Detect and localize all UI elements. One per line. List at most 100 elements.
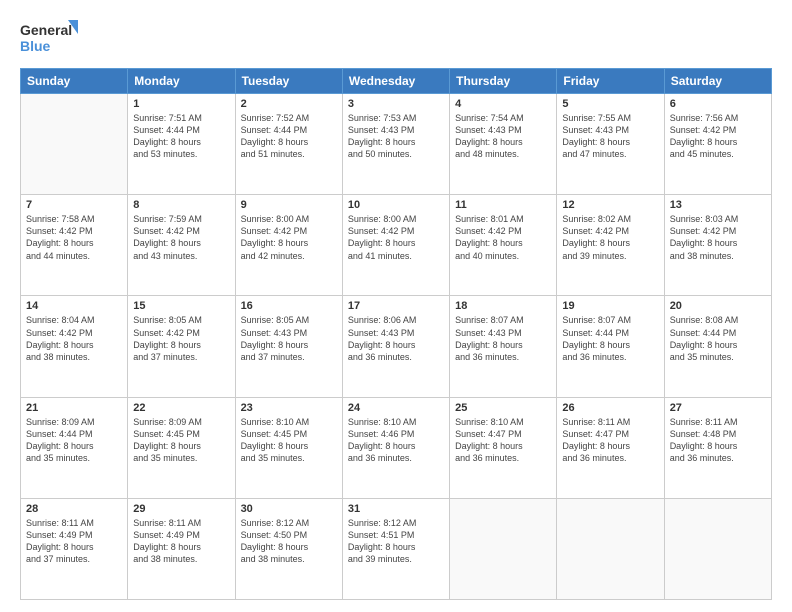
day-number: 12 bbox=[562, 199, 658, 211]
day-number: 17 bbox=[348, 300, 444, 312]
day-cell bbox=[557, 498, 664, 599]
day-cell: 3 Sunrise: 7:53 AM Sunset: 4:43 PM Daylig… bbox=[342, 94, 449, 195]
day-cell: 1 Sunrise: 7:51 AM Sunset: 4:44 PM Daylig… bbox=[128, 94, 235, 195]
day-detail: Sunrise: 8:12 AM Sunset: 4:50 PM Dayligh… bbox=[241, 517, 337, 566]
day-cell: 12Sunrise: 8:02 AM Sunset: 4:42 PM Dayli… bbox=[557, 195, 664, 296]
day-number: 11 bbox=[455, 199, 551, 211]
day-detail: Sunrise: 7:58 AM Sunset: 4:42 PM Dayligh… bbox=[26, 213, 122, 262]
calendar-table: SundayMondayTuesdayWednesdayThursdayFrid… bbox=[20, 68, 772, 600]
day-detail: Sunrise: 8:07 AM Sunset: 4:43 PM Dayligh… bbox=[455, 314, 551, 363]
day-number: 7 bbox=[26, 199, 122, 211]
day-detail: Sunrise: 8:05 AM Sunset: 4:42 PM Dayligh… bbox=[133, 314, 229, 363]
day-number: 10 bbox=[348, 199, 444, 211]
day-number: 19 bbox=[562, 300, 658, 312]
day-number: 30 bbox=[241, 503, 337, 515]
day-cell: 22Sunrise: 8:09 AM Sunset: 4:45 PM Dayli… bbox=[128, 397, 235, 498]
day-detail: Sunrise: 8:11 AM Sunset: 4:48 PM Dayligh… bbox=[670, 416, 766, 465]
day-cell: 14 Sunrise: 8:04 AM Sunset: 4:42 PM Dayli… bbox=[21, 296, 128, 397]
day-number: 26 bbox=[562, 402, 658, 414]
day-cell: 15 Sunrise: 8:05 AM Sunset: 4:42 PM Dayli… bbox=[128, 296, 235, 397]
day-cell: 9 Sunrise: 8:00 AM Sunset: 4:42 PM Daylig… bbox=[235, 195, 342, 296]
day-number: 18 bbox=[455, 300, 551, 312]
day-number: 15 bbox=[133, 300, 229, 312]
day-number: 8 bbox=[133, 199, 229, 211]
day-cell: 18 Sunrise: 8:07 AM Sunset: 4:43 PM Dayli… bbox=[450, 296, 557, 397]
day-detail: Sunrise: 8:10 AM Sunset: 4:47 PM Dayligh… bbox=[455, 416, 551, 465]
week-row-4: 21 Sunrise: 8:09 AM Sunset: 4:44 PM Dayli… bbox=[21, 397, 772, 498]
day-detail: Sunrise: 8:07 AM Sunset: 4:44 PM Dayligh… bbox=[562, 314, 658, 363]
calendar-page: GeneralBlue SundayMondayTuesdayWednesday… bbox=[0, 0, 792, 612]
day-detail: Sunrise: 8:10 AM Sunset: 4:45 PM Dayligh… bbox=[241, 416, 337, 465]
day-cell: 17 Sunrise: 8:06 AM Sunset: 4:43 PM Dayli… bbox=[342, 296, 449, 397]
svg-text:General: General bbox=[20, 22, 72, 38]
day-cell: 5 Sunrise: 7:55 AM Sunset: 4:43 PM Daylig… bbox=[557, 94, 664, 195]
day-number: 27 bbox=[670, 402, 766, 414]
day-detail: Sunrise: 8:03 AM Sunset: 4:42 PM Dayligh… bbox=[670, 213, 766, 262]
day-cell: 13 Sunrise: 8:03 AM Sunset: 4:42 PM Dayli… bbox=[664, 195, 771, 296]
day-number: 6 bbox=[670, 98, 766, 110]
day-detail: Sunrise: 8:00 AM Sunset: 4:42 PM Dayligh… bbox=[241, 213, 337, 262]
weekday-thursday: Thursday bbox=[450, 69, 557, 94]
weekday-friday: Friday bbox=[557, 69, 664, 94]
day-cell bbox=[21, 94, 128, 195]
day-cell: 20Sunrise: 8:08 AM Sunset: 4:44 PM Dayli… bbox=[664, 296, 771, 397]
day-cell: 29Sunrise: 8:11 AM Sunset: 4:49 PM Dayli… bbox=[128, 498, 235, 599]
day-number: 16 bbox=[241, 300, 337, 312]
logo-icon: GeneralBlue bbox=[20, 18, 80, 58]
day-cell: 6 Sunrise: 7:56 AM Sunset: 4:42 PM Daylig… bbox=[664, 94, 771, 195]
weekday-monday: Monday bbox=[128, 69, 235, 94]
day-cell: 28 Sunrise: 8:11 AM Sunset: 4:49 PM Dayli… bbox=[21, 498, 128, 599]
day-number: 4 bbox=[455, 98, 551, 110]
day-cell: 26 Sunrise: 8:11 AM Sunset: 4:47 PM Dayli… bbox=[557, 397, 664, 498]
day-cell: 4 Sunrise: 7:54 AM Sunset: 4:43 PM Daylig… bbox=[450, 94, 557, 195]
day-number: 28 bbox=[26, 503, 122, 515]
day-number: 3 bbox=[348, 98, 444, 110]
day-number: 2 bbox=[241, 98, 337, 110]
day-number: 13 bbox=[670, 199, 766, 211]
day-detail: Sunrise: 7:53 AM Sunset: 4:43 PM Dayligh… bbox=[348, 112, 444, 161]
day-detail: Sunrise: 7:55 AM Sunset: 4:43 PM Dayligh… bbox=[562, 112, 658, 161]
day-detail: Sunrise: 8:11 AM Sunset: 4:49 PM Dayligh… bbox=[133, 517, 229, 566]
day-number: 9 bbox=[241, 199, 337, 211]
week-row-3: 14 Sunrise: 8:04 AM Sunset: 4:42 PM Dayli… bbox=[21, 296, 772, 397]
weekday-sunday: Sunday bbox=[21, 69, 128, 94]
day-detail: Sunrise: 7:56 AM Sunset: 4:42 PM Dayligh… bbox=[670, 112, 766, 161]
day-detail: Sunrise: 8:01 AM Sunset: 4:42 PM Dayligh… bbox=[455, 213, 551, 262]
week-row-2: 7 Sunrise: 7:58 AM Sunset: 4:42 PM Daylig… bbox=[21, 195, 772, 296]
day-number: 22 bbox=[133, 402, 229, 414]
day-detail: Sunrise: 7:52 AM Sunset: 4:44 PM Dayligh… bbox=[241, 112, 337, 161]
day-detail: Sunrise: 8:04 AM Sunset: 4:42 PM Dayligh… bbox=[26, 314, 122, 363]
week-row-5: 28 Sunrise: 8:11 AM Sunset: 4:49 PM Dayli… bbox=[21, 498, 772, 599]
day-detail: Sunrise: 8:09 AM Sunset: 4:44 PM Dayligh… bbox=[26, 416, 122, 465]
day-detail: Sunrise: 8:11 AM Sunset: 4:49 PM Dayligh… bbox=[26, 517, 122, 566]
logo: GeneralBlue bbox=[20, 18, 80, 58]
weekday-saturday: Saturday bbox=[664, 69, 771, 94]
day-number: 1 bbox=[133, 98, 229, 110]
day-cell: 21 Sunrise: 8:09 AM Sunset: 4:44 PM Dayli… bbox=[21, 397, 128, 498]
day-number: 21 bbox=[26, 402, 122, 414]
day-detail: Sunrise: 7:51 AM Sunset: 4:44 PM Dayligh… bbox=[133, 112, 229, 161]
day-cell: 30 Sunrise: 8:12 AM Sunset: 4:50 PM Dayli… bbox=[235, 498, 342, 599]
day-detail: Sunrise: 8:08 AM Sunset: 4:44 PM Dayligh… bbox=[670, 314, 766, 363]
day-cell: 31Sunrise: 8:12 AM Sunset: 4:51 PM Dayli… bbox=[342, 498, 449, 599]
day-detail: Sunrise: 8:00 AM Sunset: 4:42 PM Dayligh… bbox=[348, 213, 444, 262]
day-detail: Sunrise: 8:11 AM Sunset: 4:47 PM Dayligh… bbox=[562, 416, 658, 465]
day-number: 23 bbox=[241, 402, 337, 414]
day-number: 5 bbox=[562, 98, 658, 110]
day-cell: 10 Sunrise: 8:00 AM Sunset: 4:42 PM Dayli… bbox=[342, 195, 449, 296]
page-header: GeneralBlue bbox=[20, 18, 772, 58]
day-cell: 11 Sunrise: 8:01 AM Sunset: 4:42 PM Dayli… bbox=[450, 195, 557, 296]
day-cell: 16Sunrise: 8:05 AM Sunset: 4:43 PM Dayli… bbox=[235, 296, 342, 397]
weekday-wednesday: Wednesday bbox=[342, 69, 449, 94]
day-detail: Sunrise: 8:12 AM Sunset: 4:51 PM Dayligh… bbox=[348, 517, 444, 566]
weekday-tuesday: Tuesday bbox=[235, 69, 342, 94]
weekday-header-row: SundayMondayTuesdayWednesdayThursdayFrid… bbox=[21, 69, 772, 94]
day-detail: Sunrise: 8:06 AM Sunset: 4:43 PM Dayligh… bbox=[348, 314, 444, 363]
day-cell: 8Sunrise: 7:59 AM Sunset: 4:42 PM Daylig… bbox=[128, 195, 235, 296]
day-cell bbox=[450, 498, 557, 599]
day-cell: 7 Sunrise: 7:58 AM Sunset: 4:42 PM Daylig… bbox=[21, 195, 128, 296]
day-detail: Sunrise: 7:54 AM Sunset: 4:43 PM Dayligh… bbox=[455, 112, 551, 161]
day-cell: 24Sunrise: 8:10 AM Sunset: 4:46 PM Dayli… bbox=[342, 397, 449, 498]
day-cell: 23 Sunrise: 8:10 AM Sunset: 4:45 PM Dayli… bbox=[235, 397, 342, 498]
day-number: 14 bbox=[26, 300, 122, 312]
